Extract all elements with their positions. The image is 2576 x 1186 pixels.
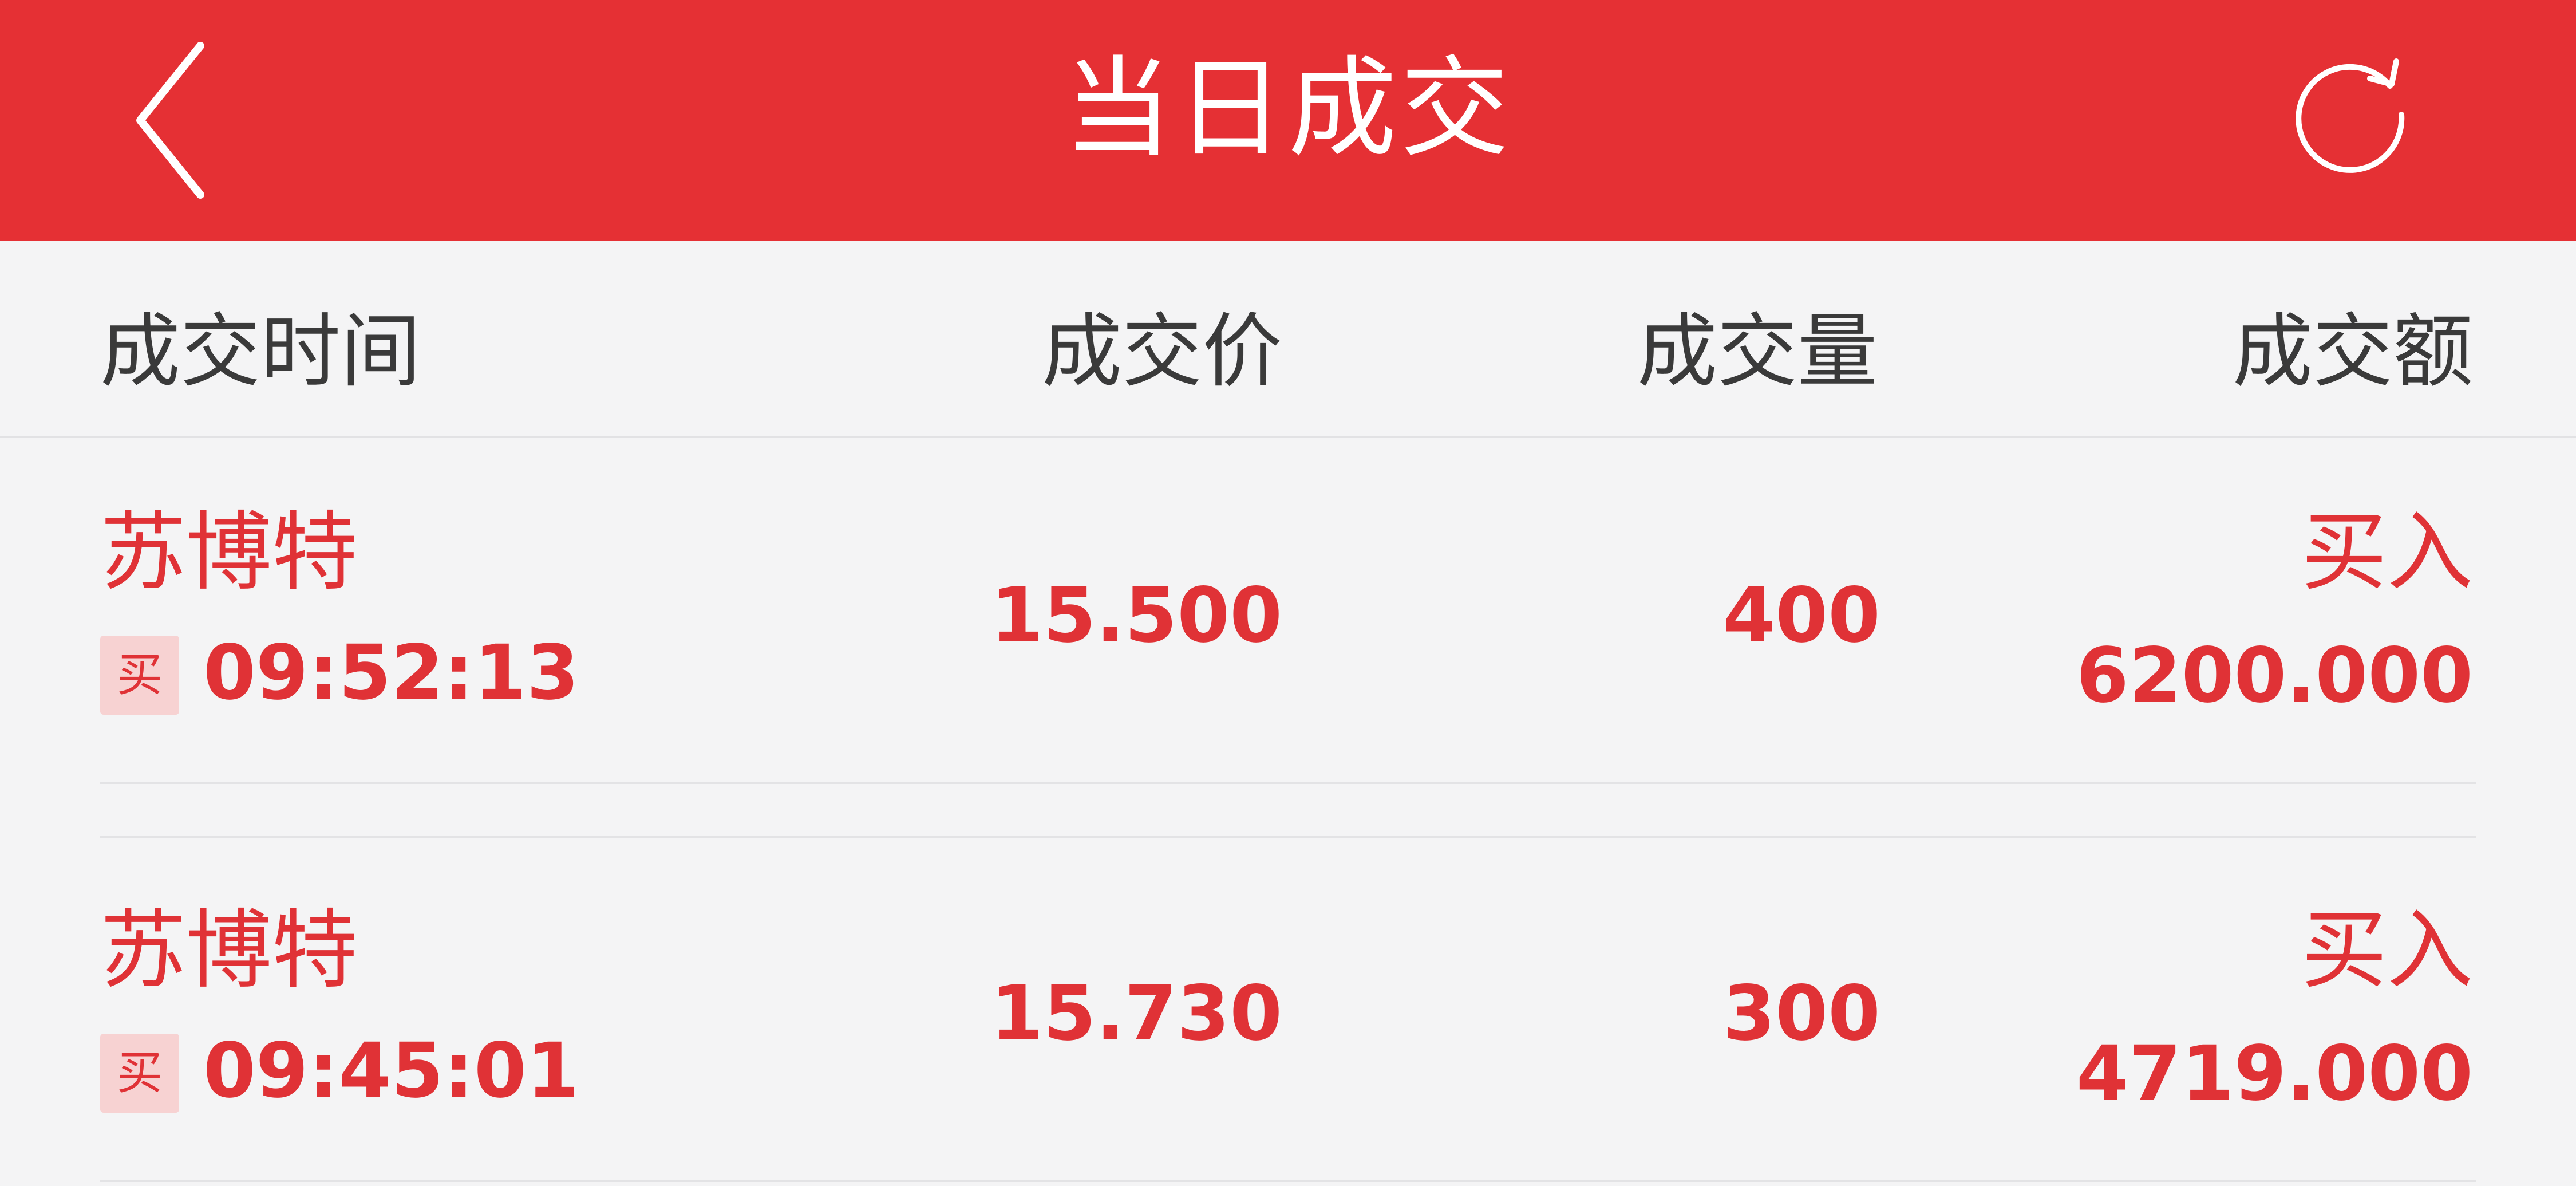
trade-history-page: 当日成交 成交时间 成交价 成交量 成交额 苏博特 买 09:52:13 15.… bbox=[0, 0, 2576, 1186]
trade-amount: 4719.000 bbox=[2076, 1030, 2473, 1118]
trade-time: 09:52:13 bbox=[203, 629, 579, 717]
trade-volume: 300 bbox=[1722, 970, 1880, 1058]
row-divider bbox=[100, 782, 2476, 784]
trade-side: 买入 bbox=[2301, 901, 2473, 1000]
row-divider bbox=[100, 1180, 2476, 1182]
table-header: 成交时间 成交价 成交量 成交额 bbox=[0, 241, 2576, 438]
trade-side: 买入 bbox=[2301, 503, 2473, 602]
stock-name: 苏博特 bbox=[100, 901, 358, 1000]
trade-row[interactable]: 苏博特 买 09:52:13 15.500 400 买入 6200.000 bbox=[0, 438, 2576, 782]
trade-row[interactable]: 苏博特 买 09:45:01 15.730 300 买入 4719.000 bbox=[0, 836, 2576, 1180]
refresh-button[interactable] bbox=[2284, 43, 2416, 175]
nav-header: 当日成交 bbox=[0, 0, 2576, 241]
trade-amount: 6200.000 bbox=[2076, 632, 2473, 720]
page-title: 当日成交 bbox=[1063, 45, 1512, 172]
column-header-amount: 成交额 bbox=[2232, 305, 2473, 399]
column-header-price: 成交价 bbox=[1041, 305, 1282, 399]
buy-badge: 买 bbox=[100, 1034, 179, 1113]
trade-time: 09:45:01 bbox=[203, 1027, 579, 1115]
trade-price: 15.500 bbox=[990, 572, 1282, 660]
trade-price: 15.730 bbox=[990, 970, 1282, 1058]
column-header-time: 成交时间 bbox=[100, 305, 421, 399]
trade-volume: 400 bbox=[1722, 572, 1880, 660]
column-header-volume: 成交量 bbox=[1637, 305, 1878, 399]
buy-badge: 买 bbox=[100, 636, 179, 715]
refresh-icon bbox=[2296, 58, 2405, 173]
stock-name: 苏博特 bbox=[100, 503, 358, 602]
